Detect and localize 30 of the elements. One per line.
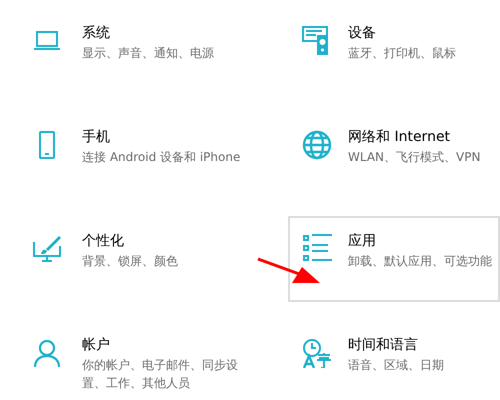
category-title: 时间和语言 bbox=[348, 336, 419, 355]
category-description: 语音、区域、日期 bbox=[348, 357, 444, 374]
category-title: 设备 bbox=[348, 24, 377, 43]
category-tile[interactable]: 帐户 你的帐户、电子邮件、同步设置、工作、其他人员 bbox=[0, 320, 288, 400]
category-description: 显示、声音、通知、电源 bbox=[82, 45, 214, 62]
monitor-brush-icon bbox=[32, 234, 62, 264]
category-description: 卸载、默认应用、可选功能 bbox=[348, 253, 492, 270]
category-title: 系统 bbox=[82, 24, 111, 43]
category-description: 蓝牙、打印机、鼠标 bbox=[348, 45, 456, 62]
category-tile[interactable]: 设备 蓝牙、打印机、鼠标 bbox=[288, 8, 500, 94]
globe-icon bbox=[302, 130, 332, 160]
category-description: 连接 Android 设备和 iPhone bbox=[82, 149, 240, 166]
person-icon bbox=[32, 338, 62, 368]
clock-language-icon bbox=[302, 338, 332, 368]
category-title: 个性化 bbox=[82, 232, 125, 251]
category-tile[interactable]: 应用 卸载、默认应用、可选功能 bbox=[288, 216, 500, 302]
category-description: 背景、锁屏、颜色 bbox=[82, 253, 178, 270]
category-tile[interactable]: 个性化 背景、锁屏、颜色 bbox=[0, 216, 288, 302]
arrow-annotation bbox=[256, 255, 322, 285]
category-description: WLAN、飞行模式、VPN bbox=[348, 149, 480, 166]
list-icon bbox=[302, 234, 332, 264]
category-title: 网络和 Internet bbox=[348, 128, 452, 147]
category-tile[interactable]: 时间和语言 语音、区域、日期 bbox=[288, 320, 500, 400]
category-title: 手机 bbox=[82, 128, 111, 147]
category-tile[interactable]: 网络和 Internet WLAN、飞行模式、VPN bbox=[288, 112, 500, 198]
category-description: 你的帐户、电子邮件、同步设置、工作、其他人员 bbox=[82, 357, 239, 392]
category-tile[interactable]: 手机 连接 Android 设备和 iPhone bbox=[0, 112, 288, 198]
category-title: 帐户 bbox=[82, 336, 111, 355]
category-title: 应用 bbox=[348, 232, 377, 251]
category-tile[interactable]: 系统 显示、声音、通知、电源 bbox=[0, 8, 288, 94]
